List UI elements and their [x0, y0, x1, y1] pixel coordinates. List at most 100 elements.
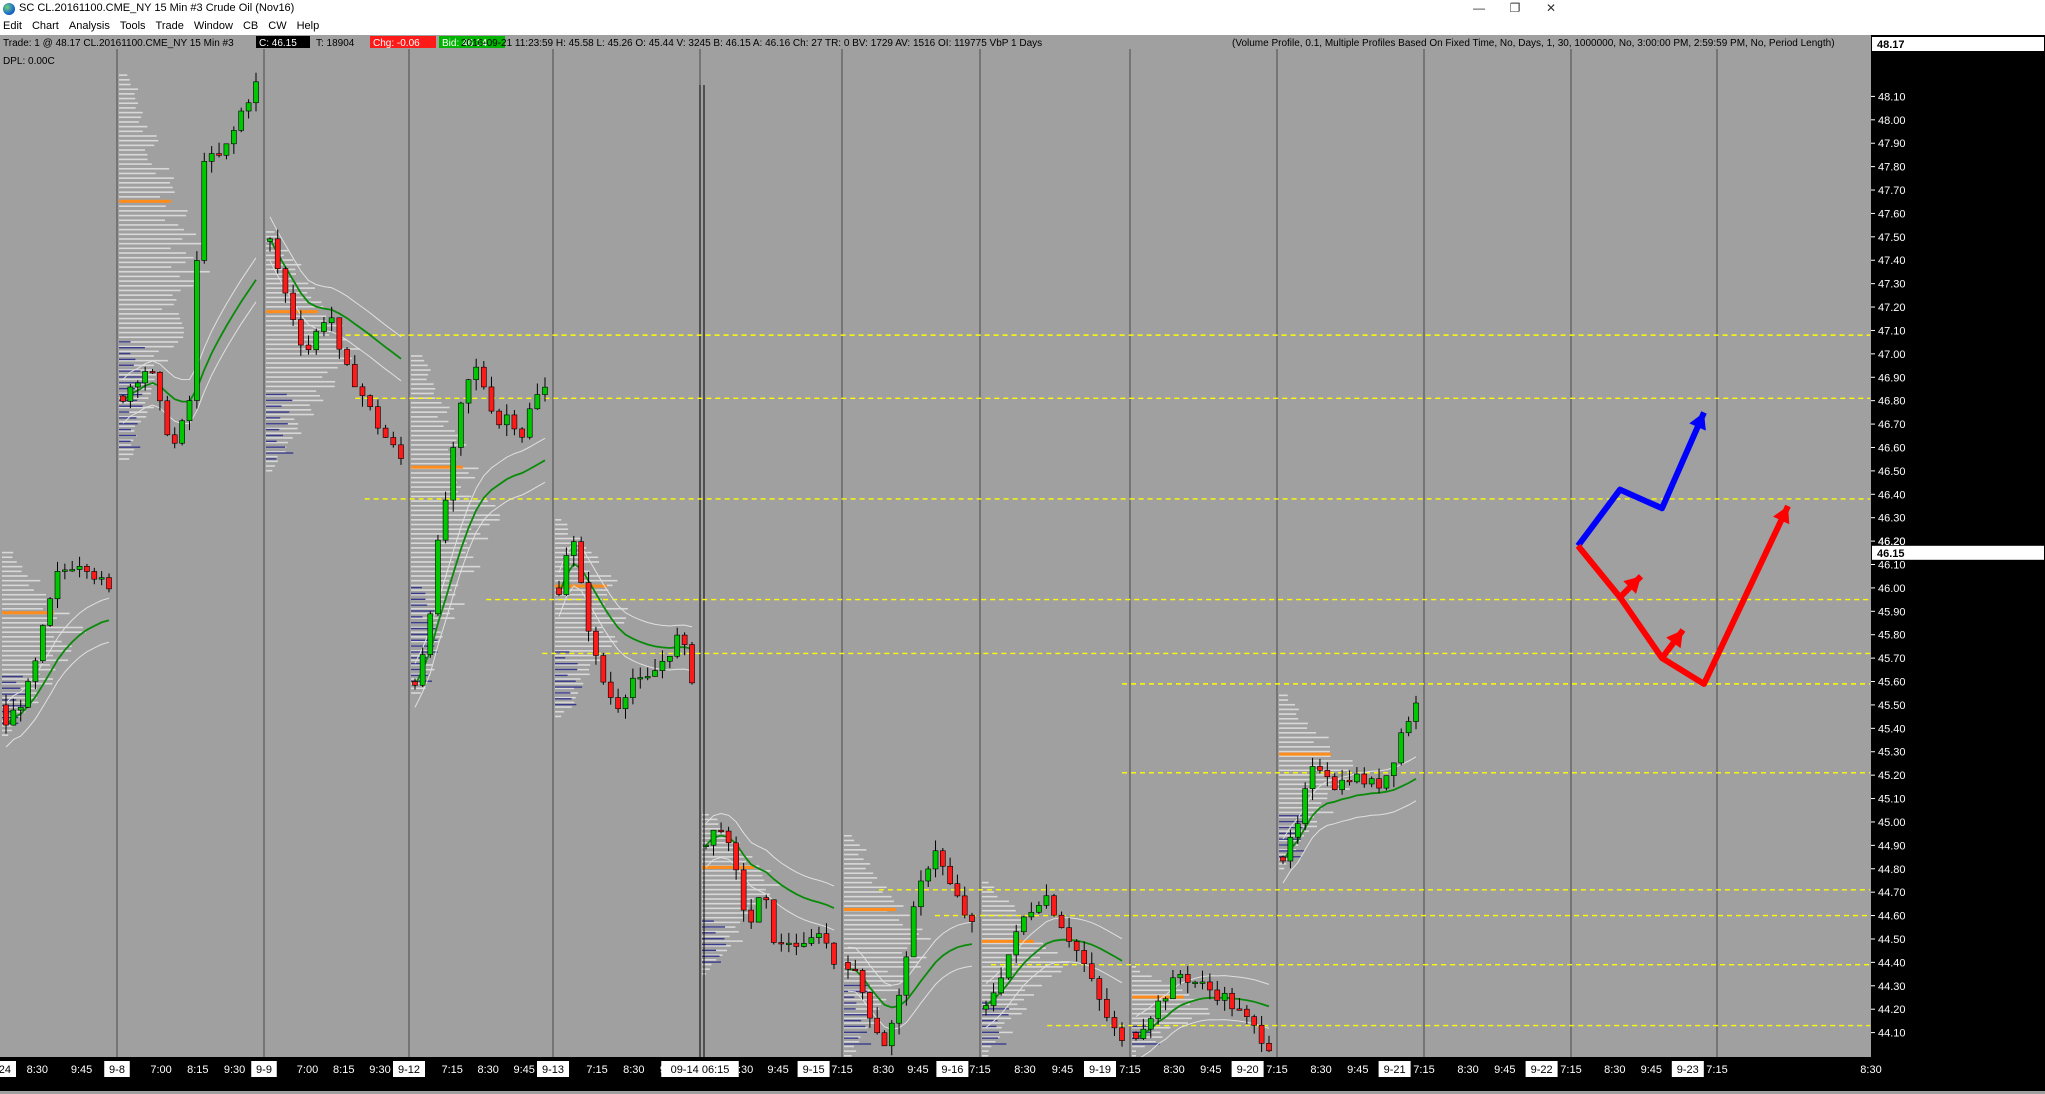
candle-body — [1199, 981, 1206, 984]
price-tick-label: 45.90 — [1878, 606, 1906, 618]
menu-help[interactable]: Help — [292, 18, 325, 35]
profile-bar — [119, 121, 139, 123]
header-trade-info: Trade: 1 @ 48.17 CL.20161100.CME_NY 15 M… — [3, 38, 234, 49]
candle-body — [1376, 778, 1382, 789]
candle-body — [1119, 1027, 1125, 1041]
profile-bar — [266, 458, 277, 460]
candle-body — [375, 406, 381, 429]
profile-bar — [1132, 984, 1172, 987]
profile-bar — [119, 440, 131, 443]
profile-bar — [982, 994, 1034, 996]
candle-body — [1155, 1000, 1161, 1019]
candle-body — [542, 386, 548, 395]
profile-bar — [844, 867, 866, 870]
candle-body — [593, 630, 599, 656]
window-title: SC CL.20161100.CME_NY 15 Min #3 Crude Oi… — [19, 2, 295, 14]
profile-bar — [844, 1014, 870, 1016]
profile-bar — [2, 593, 46, 596]
menu-cw[interactable]: CW — [263, 18, 291, 35]
profile-bar — [411, 607, 455, 610]
dpl-label: DPL: 0.00C — [3, 56, 55, 67]
candle-body — [179, 420, 185, 444]
profile-bar — [2, 622, 49, 624]
time-date-label: 9-22 — [1531, 1064, 1553, 1076]
menu-trade[interactable]: Trade — [151, 18, 189, 35]
chart-area[interactable]: Trade: 1 @ 48.17 CL.20161100.CME_NY 15 M… — [0, 35, 2045, 1091]
candle-body — [816, 933, 822, 938]
candle-body — [755, 897, 762, 923]
profile-bar — [119, 382, 146, 384]
price-tick-label: 46.50 — [1878, 466, 1906, 478]
candle-body — [186, 400, 193, 422]
profile-bar — [1279, 732, 1317, 734]
price-axis[interactable]: 48.10 48.00 47.90 47.80 47.70 47.60 47.50 47.40… — [1871, 35, 2045, 1057]
profile-bar — [1279, 867, 1285, 870]
close-button[interactable]: ✕ — [1533, 0, 1569, 18]
menu-tools[interactable]: Tools — [115, 18, 151, 35]
profile-bar — [555, 528, 569, 530]
candle-body — [1294, 823, 1301, 838]
menu-chart[interactable]: Chart — [27, 18, 64, 35]
price-tick-label: 45.20 — [1878, 770, 1906, 782]
profile-bar — [982, 1026, 1002, 1029]
profile-bar — [1279, 815, 1302, 817]
candle-body — [465, 379, 472, 404]
candle-body — [763, 897, 770, 901]
profile-bar — [119, 303, 174, 306]
time-tick-label: 8:30 — [1457, 1064, 1478, 1076]
profile-bar — [844, 881, 873, 884]
profile-bar — [411, 537, 489, 540]
price-tick-label: 47.90 — [1878, 138, 1906, 150]
candle-body — [801, 943, 807, 947]
profile-bar — [119, 256, 194, 259]
time-tick-label: 9:45 — [71, 1064, 92, 1076]
profile-bar — [411, 439, 457, 442]
price-tick-label: 46.70 — [1878, 419, 1906, 431]
menu-cb[interactable]: CB — [238, 18, 263, 35]
price-tick-label: 44.40 — [1878, 957, 1906, 969]
profile-bar — [555, 651, 570, 653]
menu-edit[interactable]: Edit — [0, 18, 27, 35]
profile-bar — [1132, 1022, 1188, 1024]
candle-body — [1302, 788, 1308, 824]
menu-analysis[interactable]: Analysis — [64, 18, 115, 35]
price-tick-label: 46.80 — [1878, 396, 1906, 408]
profile-bar — [119, 219, 166, 222]
time-tick-label: 8:30 — [873, 1064, 894, 1076]
price-tick-label: 44.90 — [1878, 840, 1906, 852]
candle-body — [556, 587, 562, 595]
price-tick-label: 46.60 — [1878, 442, 1906, 454]
candle-body — [336, 317, 343, 350]
time-axis[interactable]: 8:158:309:459-87:008:159:309-97:008:159:… — [0, 1057, 2045, 1091]
price-tick-label: 45.10 — [1878, 794, 1906, 806]
candle-body — [932, 850, 939, 870]
restore-button[interactable]: ❐ — [1497, 0, 1533, 18]
candle-body — [1368, 778, 1375, 785]
profile-bar — [119, 322, 182, 325]
profile-bar — [119, 79, 130, 81]
profile-bar — [266, 273, 296, 275]
price-tick-label: 46.30 — [1878, 513, 1906, 525]
profile-bar — [982, 919, 1024, 921]
candle-body — [231, 130, 237, 145]
profile-bar — [844, 980, 903, 982]
profile-bar — [411, 589, 452, 591]
profile-bar — [266, 441, 288, 444]
menu-window[interactable]: Window — [189, 18, 238, 35]
profile-bar — [119, 423, 138, 425]
profile-bar — [702, 926, 726, 928]
profile-bar — [844, 905, 904, 907]
profile-bar — [119, 331, 184, 334]
price-chart[interactable]: Trade: 1 @ 48.17 CL.20161100.CME_NY 15 M… — [0, 35, 2045, 1091]
candle-body — [961, 895, 968, 916]
minimize-button[interactable]: — — [1461, 0, 1497, 18]
profile-bar — [2, 729, 13, 732]
profile-bar — [702, 912, 753, 914]
profile-bar — [702, 968, 710, 971]
candle-body — [164, 400, 171, 436]
profile-bar — [1132, 966, 1136, 968]
profile-bar — [555, 659, 601, 662]
profile-bar — [266, 428, 280, 431]
candle-body — [245, 102, 252, 112]
profile-bar — [119, 458, 130, 460]
